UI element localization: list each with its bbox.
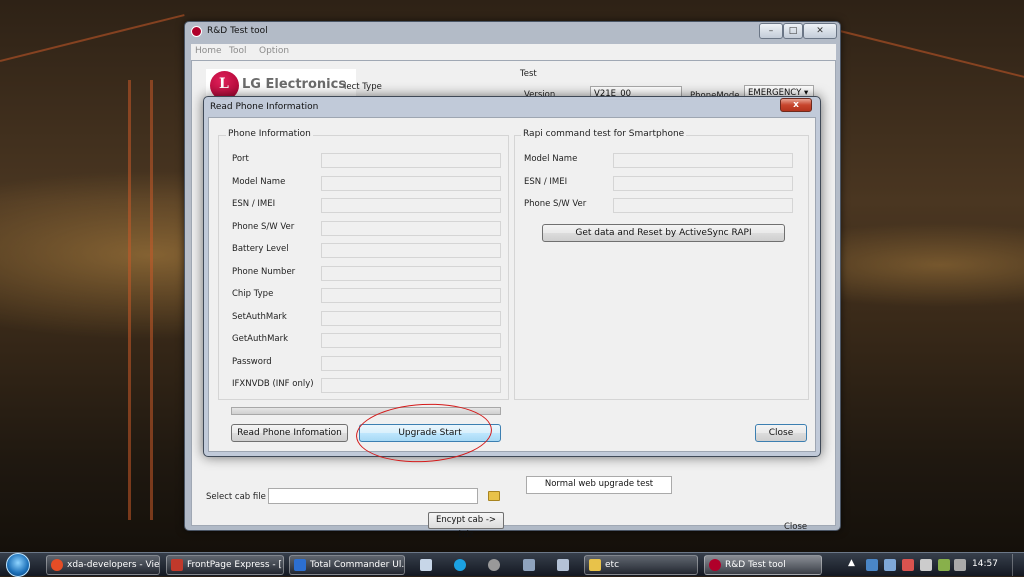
folder-icon [589,559,601,571]
cab-file-input[interactable] [268,488,478,504]
dialog-title: Read Phone Information [210,102,319,112]
battery-icon[interactable] [954,559,966,571]
rapi-model-name-field [613,153,793,168]
app-icon [191,26,202,37]
total-commander-icon [294,559,306,571]
port-field [321,153,501,168]
port-label: Port [232,154,249,164]
phone-number-field [321,266,501,281]
taskbar: xda-developers - Vie... FrontPage Expres… [0,552,1024,577]
bridge-tower [128,80,131,520]
chip-type-label: Chip Type [232,289,274,299]
frontpage-icon [171,559,183,571]
password-field [321,356,501,371]
password-label: Password [232,357,272,367]
tray-app-icon[interactable] [866,559,878,571]
network-app-icon[interactable] [523,559,535,571]
bridge-tower [150,80,153,520]
main-titlebar[interactable]: R&D Test tool – □ ✕ [185,22,840,42]
select-cab-label: Select cab file [206,492,266,502]
main-close-label[interactable]: Close [784,522,807,532]
show-desktop-button[interactable] [1012,554,1024,576]
taskbar-item-xda[interactable]: xda-developers - Vie... [46,555,160,575]
bridge-cable [839,30,1024,78]
notepad-icon[interactable] [420,559,432,571]
esn-imei-field [321,198,501,213]
select-type-label: lect Type [344,82,382,92]
dialog-close-action-button[interactable]: Close [755,424,807,442]
esn-imei-label: ESN / IMEI [232,199,276,209]
bridge-cable [0,14,185,62]
close-window-button[interactable]: ✕ [803,23,837,39]
normal-web-upgrade-button[interactable]: Normal web upgrade test [526,476,672,494]
menu-tool[interactable]: Tool [229,46,246,56]
menu-home[interactable]: Home [195,46,222,56]
rapi-phone-sw-ver-label: Phone S/W Ver [524,199,587,209]
tray-expand-icon[interactable]: ▲ [848,558,855,568]
network-icon[interactable] [938,559,950,571]
menu-option[interactable]: Option [259,46,289,56]
rapi-esn-imei-field [613,176,793,191]
get-data-reset-rapi-button[interactable]: Get data and Reset by ActiveSync RAPI [542,224,785,242]
menu-bar: Home Tool Option [191,44,836,60]
tray-display-icon[interactable] [884,559,896,571]
rapi-esn-imei-label: ESN / IMEI [524,177,568,187]
rapi-phone-sw-ver-field [613,198,793,213]
maximize-button[interactable]: □ [783,23,803,39]
dialog-client-area: Phone Information Port Model Name ESN / … [208,117,816,452]
model-name-label: Model Name [232,177,286,187]
tray-flag-icon[interactable] [902,559,914,571]
read-phone-info-dialog: Read Phone Information x Phone Informati… [203,96,821,457]
set-auth-mark-field [321,311,501,326]
skype-icon[interactable] [454,559,466,571]
rapi-model-name-label: Model Name [524,154,578,164]
phone-number-label: Phone Number [232,267,296,277]
battery-level-label: Battery Level [232,244,289,254]
model-name-field [321,176,501,191]
lg-logo-text: LG Electronics [242,77,347,92]
get-auth-mark-field [321,333,501,348]
chip-type-field [321,288,501,303]
set-auth-mark-label: SetAuthMark [232,312,287,322]
media-icon[interactable] [488,559,500,571]
volume-icon[interactable] [920,559,932,571]
main-window-title: R&D Test tool [207,26,268,36]
ifxnvdb-field [321,378,501,393]
dialog-close-button[interactable]: x [780,98,812,112]
phone-sw-ver-label: Phone S/W Ver [232,222,295,232]
keyboard-icon[interactable] [557,559,569,571]
start-button[interactable] [6,553,30,577]
minimize-button[interactable]: – [759,23,783,39]
rapi-group-title: Rapi command test for Smartphone [521,129,687,139]
folder-open-icon[interactable] [488,491,500,501]
encrypt-cab-button[interactable]: Encypt cab -> kdz [428,512,504,540]
read-phone-info-button[interactable]: Read Phone Infomation [231,424,348,442]
taskbar-item-frontpage[interactable]: FrontPage Express - [... [166,555,284,575]
taskbar-item-total-commander[interactable]: Total Commander Ul... [289,555,405,575]
test-group-label: Test [520,69,537,79]
clock[interactable]: 14:57 [972,559,998,569]
phone-sw-ver-field [321,221,501,236]
taskbar-item-rd-test-tool[interactable]: R&D Test tool [704,555,822,575]
browser-icon [51,559,63,571]
phone-info-group-title: Phone Information [226,129,313,139]
taskbar-item-etc[interactable]: etc [584,555,698,575]
rd-test-tool-icon [709,559,721,571]
ifxnvdb-label: IFXNVDB (INF only) [232,379,314,389]
get-auth-mark-label: GetAuthMark [232,334,289,344]
battery-level-field [321,243,501,258]
rapi-group [514,135,809,400]
